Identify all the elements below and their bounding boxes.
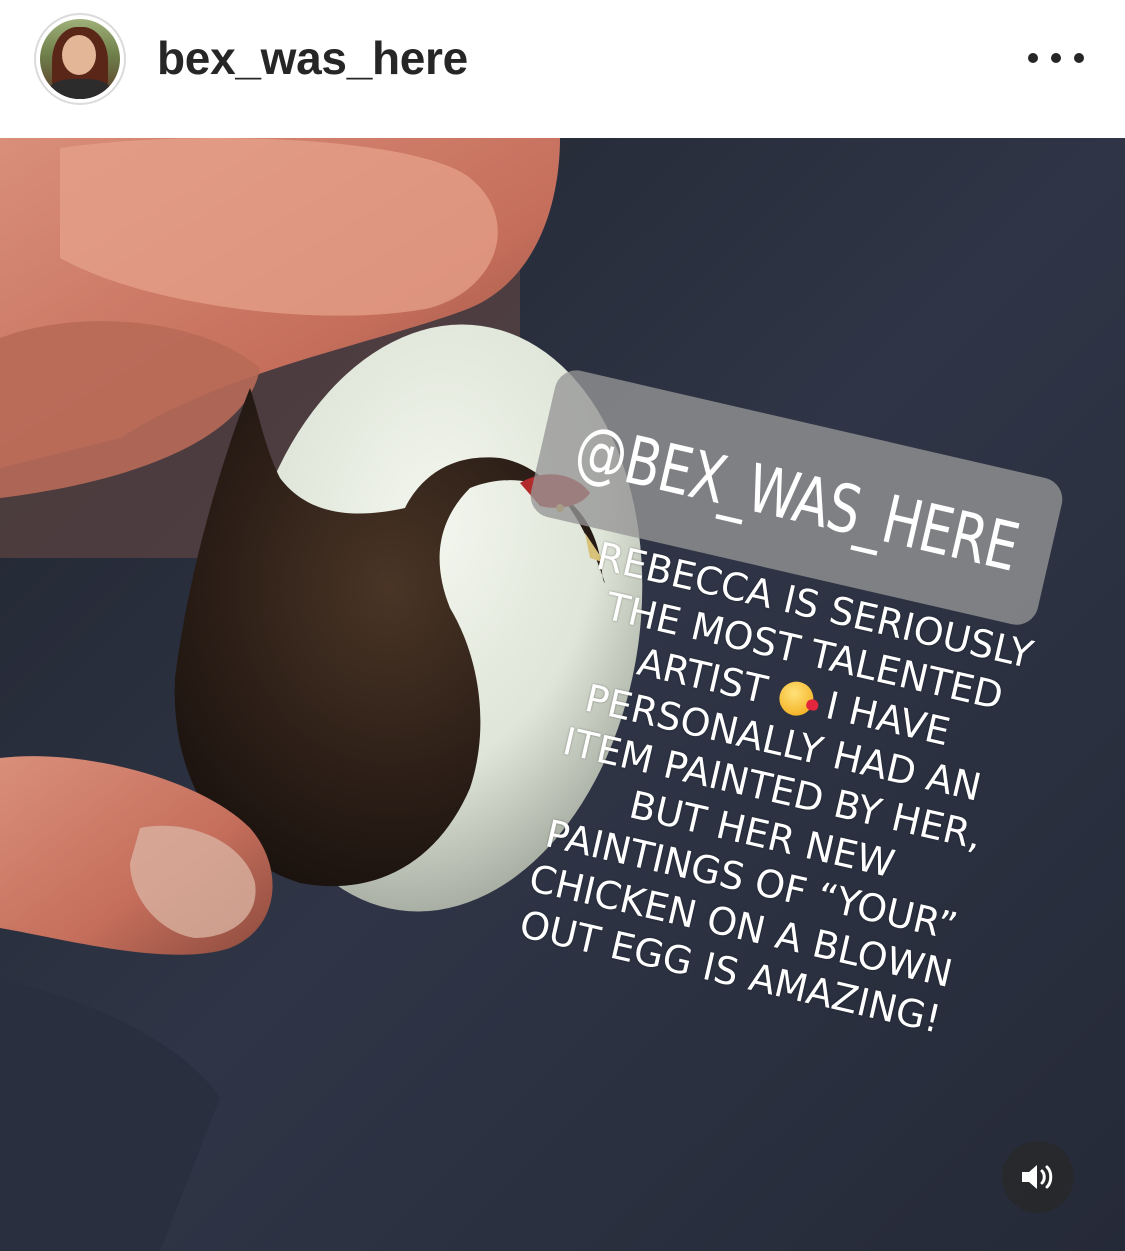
more-dots-icon[interactable] <box>1028 40 1084 76</box>
profile-avatar[interactable] <box>34 13 126 105</box>
username-link[interactable]: bex_was_here <box>157 30 468 86</box>
avatar-photo <box>40 19 120 99</box>
story-media[interactable]: @BEX_WAS_HERE REBECCA IS SERIOUSLY THE M… <box>0 138 1125 1251</box>
post-header: bex_was_here <box>0 0 1125 138</box>
speaker-icon[interactable] <box>1002 1141 1074 1213</box>
smiling-face-with-hearts-icon <box>775 678 817 720</box>
